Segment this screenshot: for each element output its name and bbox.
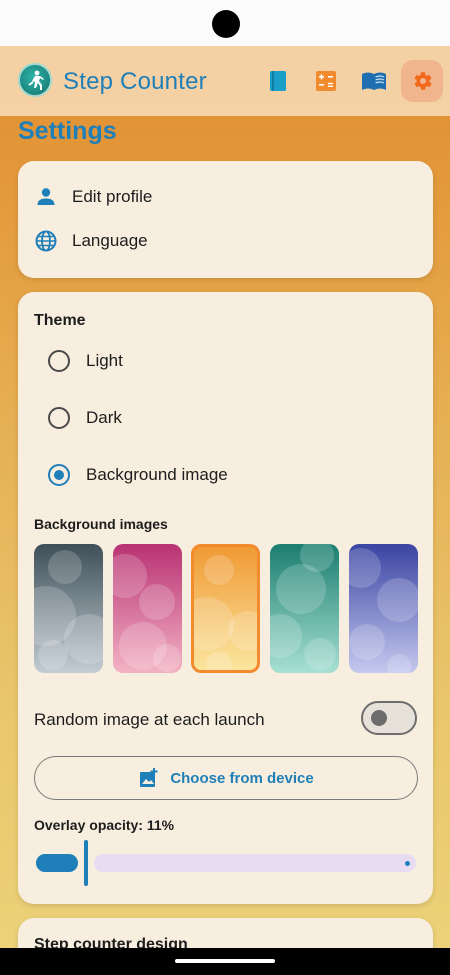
theme-title: Theme (34, 312, 86, 329)
radio-light[interactable] (48, 350, 70, 372)
calculator-nav-button[interactable] (305, 60, 347, 102)
thumbnail-bubble (48, 550, 82, 584)
background-thumbnail-indigo[interactable] (349, 544, 418, 673)
app-logo-icon (18, 63, 52, 97)
status-bar (0, 0, 450, 46)
language-label: Language (72, 231, 148, 250)
settings-nav-button[interactable] (401, 60, 443, 102)
thumbnail-bubble (206, 651, 232, 670)
background-thumbnail-slate[interactable] (34, 544, 103, 673)
background-thumbnails (34, 544, 418, 673)
person-icon (37, 188, 55, 205)
gear-icon (414, 72, 432, 90)
thumbnail-bubble (300, 544, 334, 572)
thumbnail-bubble (304, 638, 336, 670)
overlay-opacity-slider[interactable] (34, 840, 418, 886)
choose-from-device-label: Choose from device (170, 769, 314, 787)
background-thumbnail-teal[interactable] (270, 544, 339, 673)
thumbnail-bubble (194, 597, 234, 651)
theme-option-dark-label: Dark (86, 408, 122, 427)
app-bar: Step Counter (0, 46, 450, 116)
background-images-title: Background images (34, 516, 168, 532)
theme-option-background-image-label: Background image (86, 465, 228, 484)
home-indicator[interactable] (175, 959, 275, 963)
slider-thumb[interactable] (84, 840, 88, 886)
slider-active-track (36, 854, 78, 872)
thumbnail-bubble (153, 644, 181, 672)
background-thumbnail-pink[interactable] (113, 544, 182, 673)
edit-profile-label: Edit profile (72, 187, 153, 206)
guide-nav-button[interactable] (353, 60, 395, 102)
add-photo-icon (138, 767, 160, 789)
thumbnail-bubble (228, 611, 257, 651)
account-card: Edit profile Language (18, 161, 433, 278)
random-image-toggle[interactable] (361, 701, 417, 735)
radio-dark[interactable] (48, 407, 70, 429)
slider-stop-indicator (405, 861, 410, 866)
toggle-knob (371, 710, 387, 726)
globe-icon (35, 230, 57, 252)
language-item[interactable]: Language (34, 229, 148, 253)
theme-option-background-image[interactable]: Background image (48, 464, 228, 486)
thumbnail-bubble (387, 654, 411, 673)
thumbnail-bubble (64, 614, 103, 664)
book-nav-button[interactable] (257, 60, 299, 102)
random-image-label: Random image at each launch (34, 710, 265, 729)
theme-option-light[interactable]: Light (48, 350, 123, 372)
choose-from-device-button[interactable]: Choose from device (34, 756, 418, 800)
screen: Step Counter Settings Edit profile Langu… (0, 0, 450, 975)
edit-profile-item[interactable]: Edit profile (34, 185, 152, 209)
thumbnail-bubble (204, 555, 234, 585)
overlay-opacity-label: Overlay opacity: 11% (34, 817, 175, 833)
thumbnail-bubble (38, 640, 68, 670)
thumbnail-bubble (349, 624, 385, 660)
thumbnail-bubble (377, 578, 418, 622)
radio-background-image[interactable] (48, 464, 70, 486)
system-nav-bar (0, 948, 450, 975)
camera-cutout (212, 10, 240, 38)
background-thumbnail-orange[interactable] (191, 544, 260, 673)
calculator-icon (316, 71, 336, 91)
thumbnail-bubble (139, 584, 175, 620)
thumbnail-bubble (349, 548, 381, 588)
book-icon (270, 71, 286, 91)
theme-option-dark[interactable]: Dark (48, 407, 122, 429)
thumbnail-bubble (270, 614, 302, 658)
theme-card: Theme Light Dark Background image Backgr… (18, 292, 433, 904)
open-book-icon (362, 72, 386, 90)
page-title: Settings (18, 117, 117, 145)
app-title: Step Counter (63, 68, 207, 95)
slider-inactive-track (94, 854, 416, 872)
theme-option-light-label: Light (86, 351, 123, 370)
